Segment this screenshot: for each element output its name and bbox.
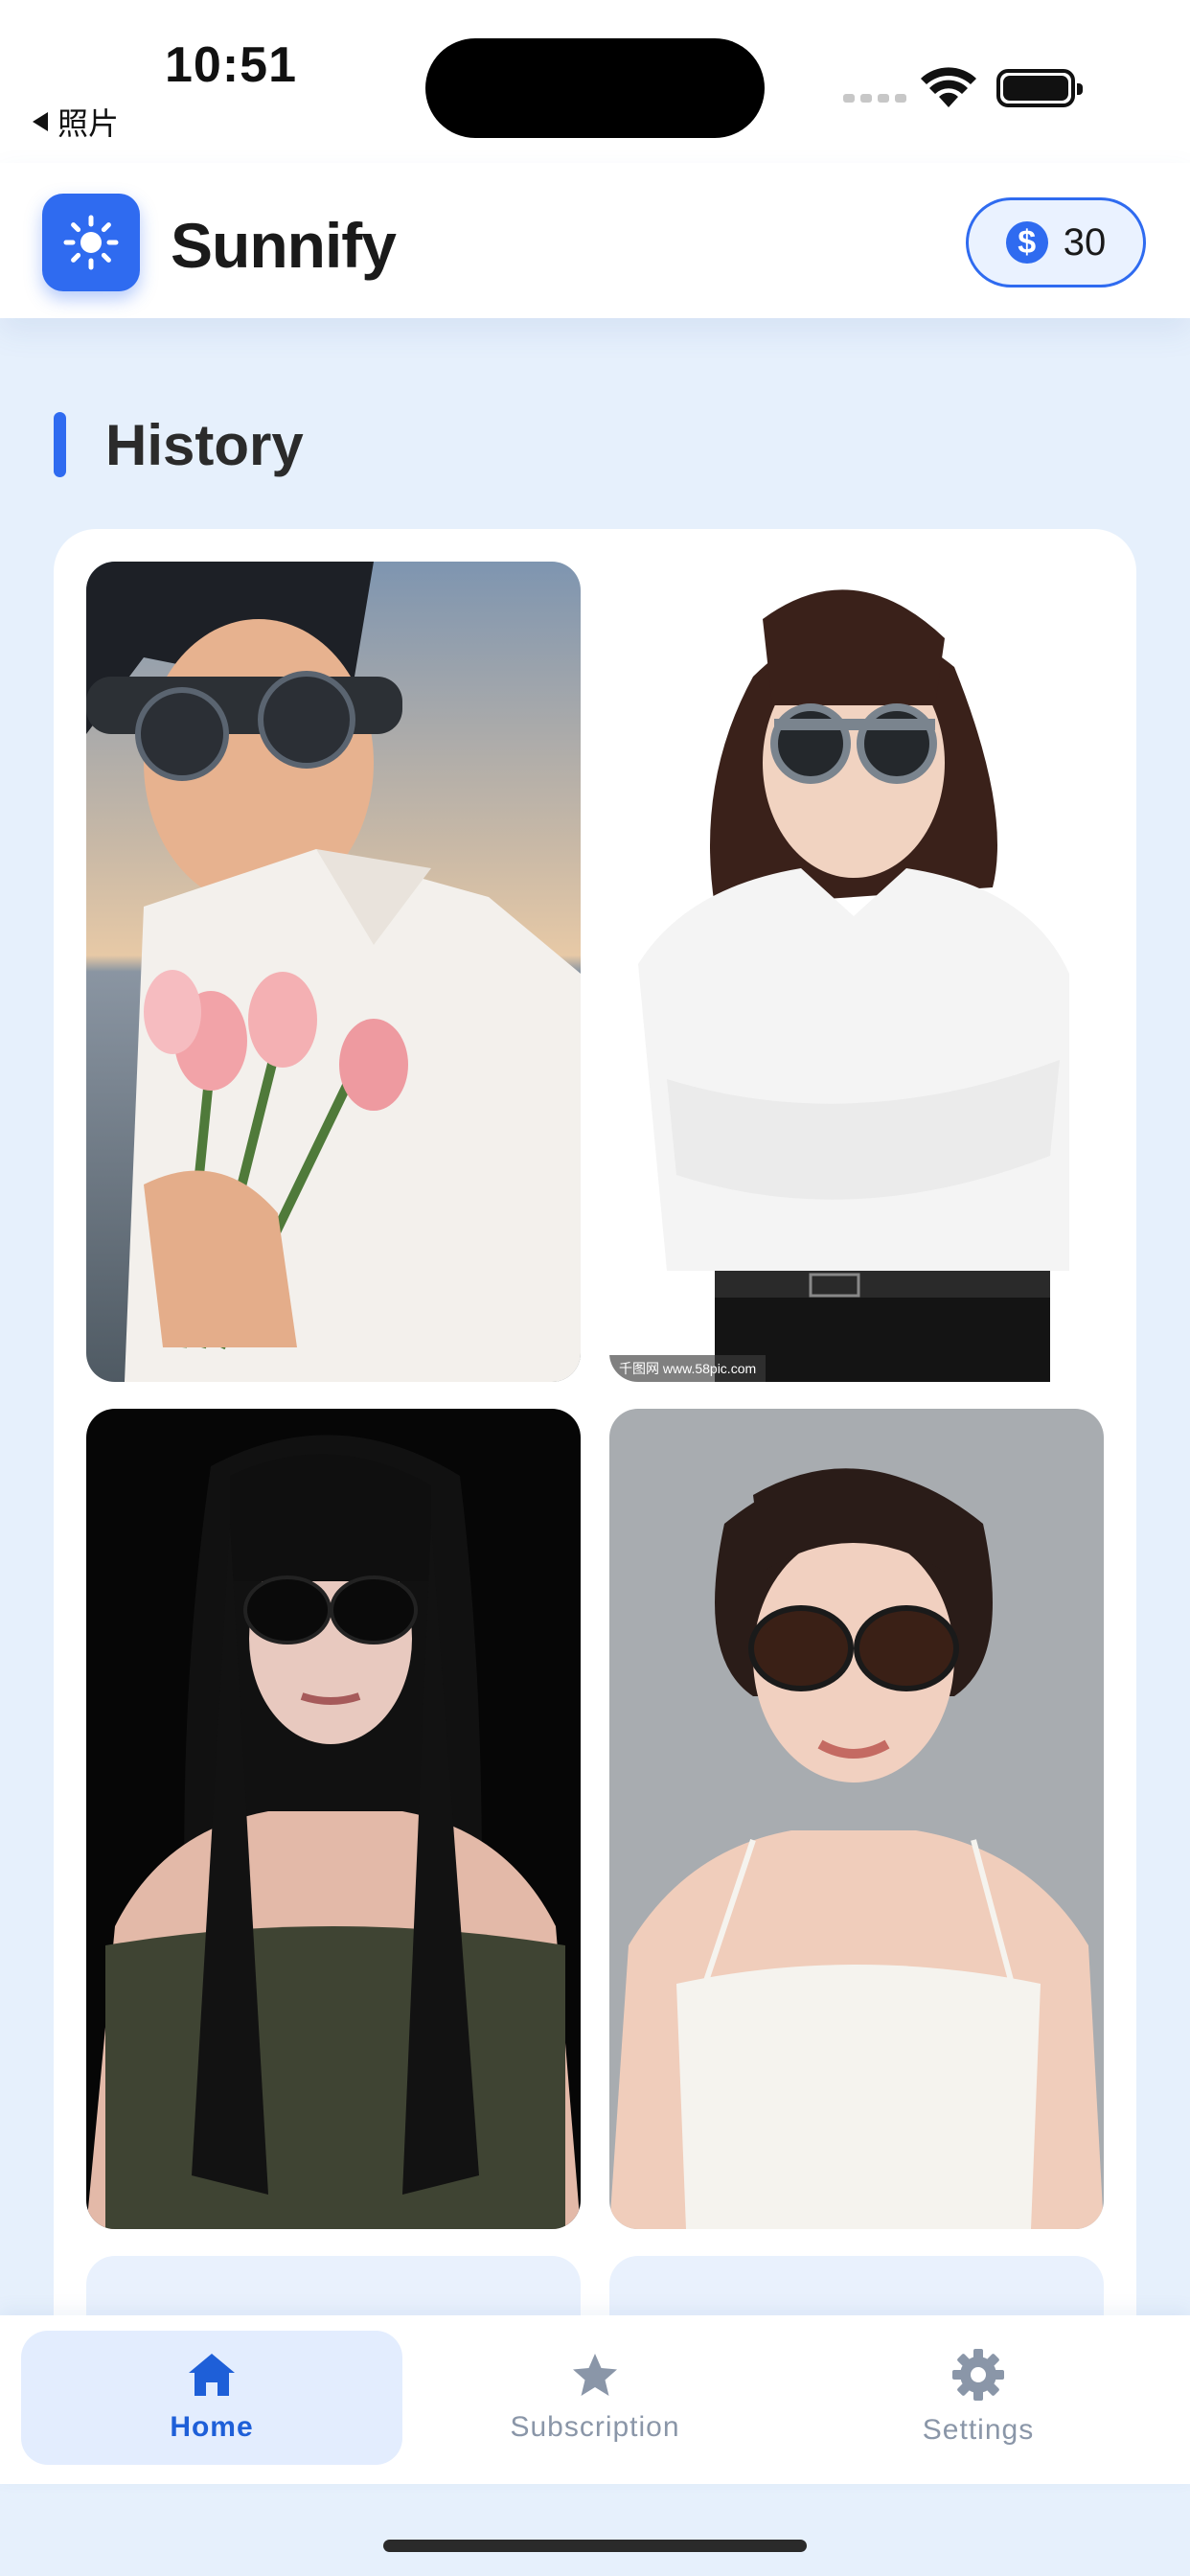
app-header: Sunnify $ 30 (0, 163, 1190, 318)
back-label: 照片 (57, 106, 120, 141)
credits-count: 30 (1063, 220, 1107, 264)
tab-subscription-label: Subscription (510, 2411, 680, 2443)
photo-woman-long-black-hair (86, 1409, 581, 2229)
home-indicator[interactable] (383, 2540, 807, 2552)
tab-settings[interactable]: Settings (788, 2331, 1169, 2465)
history-item[interactable] (86, 1409, 581, 2229)
wifi-icon (921, 67, 976, 107)
sun-logo-icon (42, 194, 140, 291)
star-icon (573, 2354, 617, 2396)
home-icon (189, 2354, 235, 2396)
photo-woman-white-shirt (609, 562, 1104, 1382)
dollar-icon: $ (1005, 221, 1048, 264)
status-bar: 10:51 照片 (0, 0, 1190, 163)
history-item[interactable] (609, 1409, 1104, 2229)
back-arrow-icon (33, 112, 48, 131)
credits-button[interactable]: $ 30 (966, 197, 1146, 288)
history-gallery: 千图网 www.58pic.com (54, 529, 1136, 2446)
section-accent-bar (54, 412, 66, 477)
status-time: 10:51 (165, 37, 297, 93)
watermark-text: 千图网 www.58pic.com (609, 1355, 767, 1382)
tab-settings-label: Settings (922, 2414, 1035, 2446)
tab-subscription[interactable]: Subscription (404, 2331, 786, 2465)
tab-bar: Home Subscription Settings (0, 2315, 1190, 2484)
history-item[interactable]: 千图网 www.58pic.com (609, 562, 1104, 1382)
photo-woman-white-top (609, 1409, 1104, 2229)
tab-home[interactable]: Home (21, 2331, 402, 2465)
gear-icon (952, 2349, 1004, 2401)
history-item[interactable] (86, 562, 581, 1382)
battery-icon (996, 69, 1083, 107)
back-to-photos-button[interactable]: 照片 (33, 100, 119, 144)
dynamic-island (425, 38, 765, 138)
app-title: Sunnify (171, 210, 397, 281)
photo-man-with-tulips (86, 562, 581, 1382)
tab-home-label: Home (170, 2411, 254, 2443)
section-title: History (105, 413, 304, 477)
cellular-signal-icon (843, 94, 906, 103)
